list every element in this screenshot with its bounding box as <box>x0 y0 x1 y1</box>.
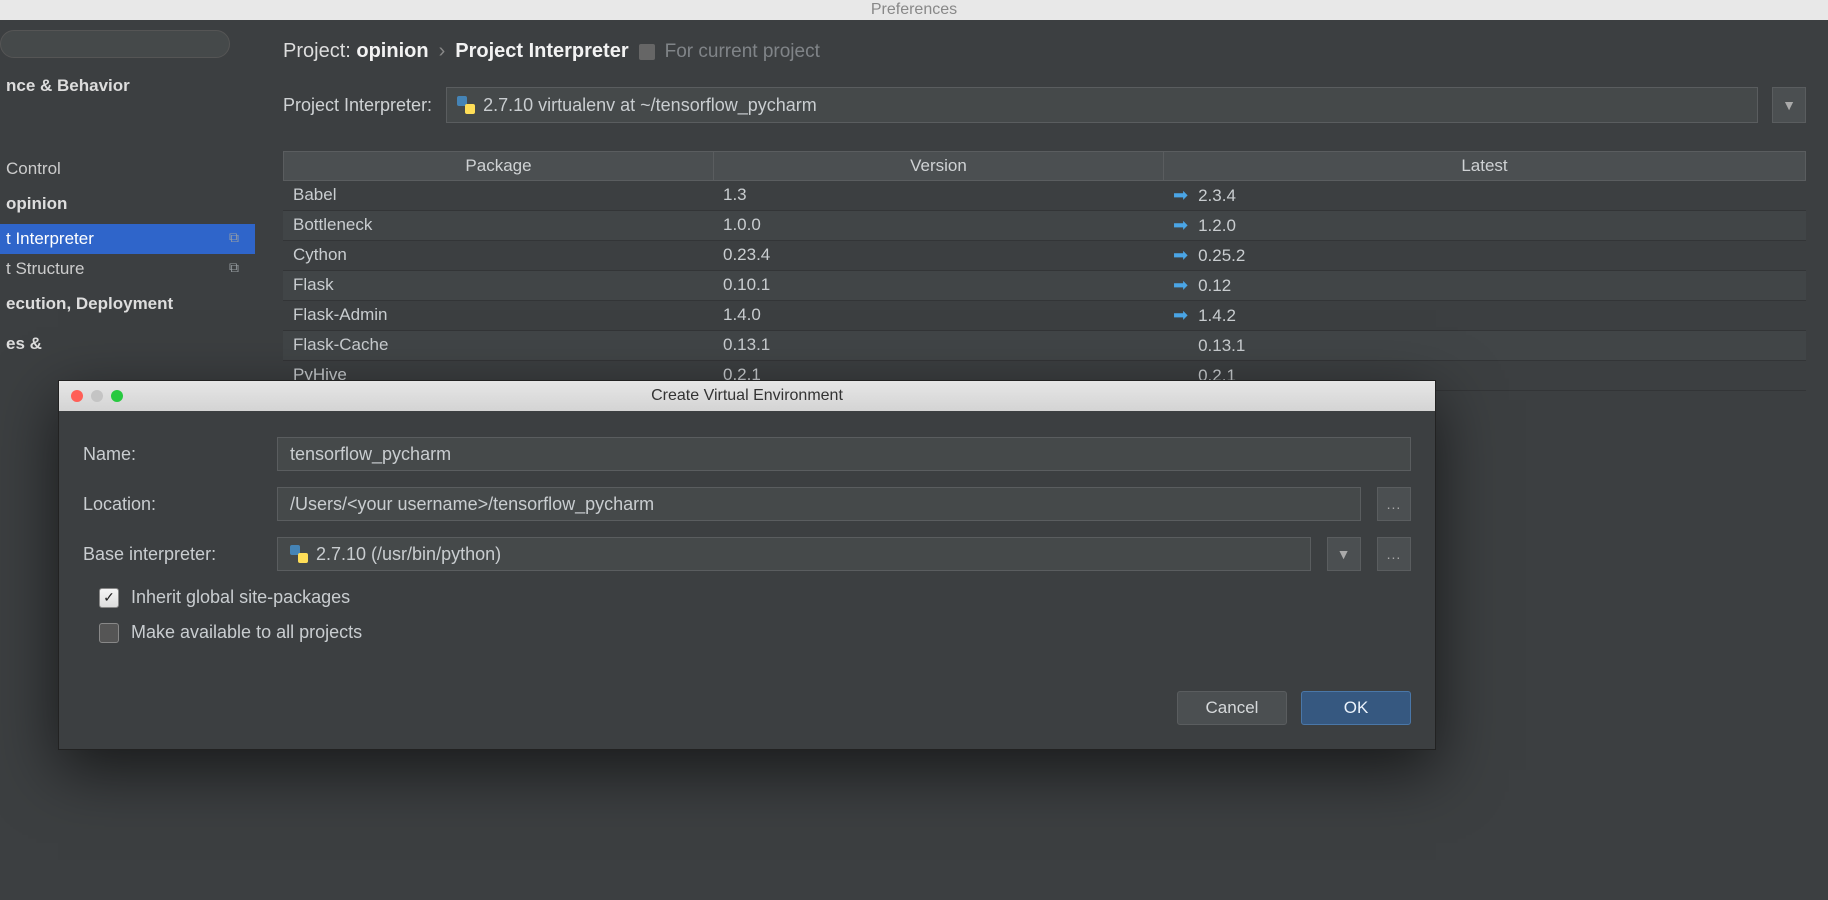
table-row[interactable]: Flask-Cache0.13.1➡0.13.1 <box>283 331 1806 361</box>
interpreter-value: 2.7.10 virtualenv at ~/tensorflow_pychar… <box>483 95 817 116</box>
package-latest: ➡ 2.3.4 <box>1163 181 1806 210</box>
table-row[interactable]: Cython0.23.4 ➡ 0.25.2 <box>283 241 1806 271</box>
name-field[interactable] <box>277 437 1411 471</box>
table-row[interactable]: Flask-Admin1.4.0 ➡ 1.4.2 <box>283 301 1806 331</box>
sidebar-appearance-heading[interactable]: nce & Behavior <box>0 66 255 106</box>
sidebar-build-heading[interactable]: ecution, Deployment <box>0 284 255 324</box>
dialog-titlebar[interactable]: Create Virtual Environment <box>59 381 1435 411</box>
base-interpreter-value: 2.7.10 (/usr/bin/python) <box>316 544 501 565</box>
available-all-label: Make available to all projects <box>131 622 362 643</box>
table-row[interactable]: Babel1.3 ➡ 2.3.4 <box>283 181 1806 211</box>
package-latest: ➡ 0.25.2 <box>1163 241 1806 270</box>
location-browse-button[interactable]: ... <box>1377 487 1411 521</box>
available-all-checkbox[interactable] <box>99 623 119 643</box>
package-version: 1.0.0 <box>713 211 1163 240</box>
base-interpreter-select[interactable]: 2.7.10 (/usr/bin/python) <box>277 537 1311 571</box>
package-table-body: Babel1.3 ➡ 2.3.4 Bottleneck1.0.0 ➡ 1.2.0 Cytho… <box>283 181 1806 391</box>
available-all-checkbox-row[interactable]: Make available to all projects <box>99 622 1411 643</box>
window-title: Preferences <box>0 0 1828 20</box>
latest-version-value: 0.12 <box>1198 276 1231 296</box>
package-name: Flask <box>283 271 713 300</box>
zoom-icon[interactable] <box>111 390 123 402</box>
interpreter-dropdown-button[interactable]: ▼ <box>1772 87 1806 123</box>
col-header-latest[interactable]: Latest <box>1164 152 1805 180</box>
create-venv-dialog: Create Virtual Environment Name: Locatio… <box>58 380 1436 750</box>
update-arrow-icon: ➡ <box>1173 215 1188 236</box>
sidebar-project-interpreter[interactable]: t Interpreter ⧉ <box>0 224 255 254</box>
name-row: Name: <box>83 437 1411 471</box>
package-latest: ➡ 0.12 <box>1163 271 1806 300</box>
inherit-label: Inherit global site-packages <box>131 587 350 608</box>
package-latest: ➡ 1.4.2 <box>1163 301 1806 330</box>
package-name: Flask-Cache <box>283 331 713 360</box>
package-name: Bottleneck <box>283 211 713 240</box>
latest-version-value: 0.25.2 <box>1198 246 1245 266</box>
close-icon[interactable] <box>71 390 83 402</box>
update-arrow-icon: ➡ <box>1173 185 1188 206</box>
sidebar-vcs[interactable]: Control <box>0 154 255 184</box>
update-arrow-icon: ➡ <box>1173 245 1188 266</box>
dialog-title: Create Virtual Environment <box>59 387 1435 405</box>
sidebar-frameworks-heading[interactable]: es & <box>0 324 255 364</box>
update-arrow-icon: ➡ <box>1173 275 1188 296</box>
package-version: 1.4.0 <box>713 301 1163 330</box>
update-arrow-icon: ➡ <box>1173 305 1188 326</box>
cancel-button[interactable]: Cancel <box>1177 691 1287 725</box>
table-row[interactable]: Flask0.10.1 ➡ 0.12 <box>283 271 1806 301</box>
sidebar-item-label: t Interpreter <box>6 229 94 248</box>
interpreter-label: Project Interpreter: <box>283 95 432 116</box>
breadcrumb-page: Project Interpreter <box>455 40 628 63</box>
col-header-version[interactable]: Version <box>714 152 1164 180</box>
latest-version-value: 2.3.4 <box>1198 186 1236 206</box>
name-label: Name: <box>83 444 261 465</box>
sidebar-item-label: t Structure <box>6 259 84 278</box>
col-header-package[interactable]: Package <box>284 152 714 180</box>
package-latest: ➡0.13.1 <box>1163 331 1806 360</box>
base-interpreter-row: Base interpreter: 2.7.10 (/usr/bin/pytho… <box>83 537 1411 571</box>
inherit-checkbox-row[interactable]: ✓ Inherit global site-packages <box>99 587 1411 608</box>
minimize-icon <box>91 390 103 402</box>
package-table: Package Version Latest Babel1.3 ➡ 2.3.4 Bot… <box>283 151 1806 391</box>
latest-version-value: 0.13.1 <box>1198 336 1245 356</box>
dialog-footer: Cancel OK <box>59 673 1435 749</box>
base-interpreter-dropdown-button[interactable]: ▼ <box>1327 537 1361 571</box>
base-interpreter-browse-button[interactable]: ... <box>1377 537 1411 571</box>
latest-version-value: 1.4.2 <box>1198 306 1236 326</box>
package-name: Babel <box>283 181 713 210</box>
dialog-body: Name: Location: ... Base interpreter: 2.… <box>59 411 1435 673</box>
package-name: Flask-Admin <box>283 301 713 330</box>
per-project-icon: ⧉ <box>229 229 239 246</box>
chevron-right-icon: › <box>439 40 446 63</box>
package-latest: ➡ 1.2.0 <box>1163 211 1806 240</box>
base-interpreter-label: Base interpreter: <box>83 544 261 565</box>
interpreter-select[interactable]: 2.7.10 virtualenv at ~/tensorflow_pychar… <box>446 87 1758 123</box>
breadcrumb: Project: opinion › Project Interpreter F… <box>283 40 1806 63</box>
table-row[interactable]: Bottleneck1.0.0 ➡ 1.2.0 <box>283 211 1806 241</box>
breadcrumb-project: Project: opinion <box>283 40 429 63</box>
breadcrumb-note: For current project <box>665 41 820 63</box>
package-version: 1.3 <box>713 181 1163 210</box>
per-project-icon: ⧉ <box>229 259 239 276</box>
sidebar-project-heading[interactable]: opinion <box>0 184 255 224</box>
inherit-checkbox[interactable]: ✓ <box>99 588 119 608</box>
python-icon <box>290 545 308 563</box>
traffic-lights <box>59 390 123 402</box>
package-version: 0.10.1 <box>713 271 1163 300</box>
ok-button[interactable]: OK <box>1301 691 1411 725</box>
location-field[interactable] <box>277 487 1361 521</box>
sidebar-project-structure[interactable]: t Structure ⧉ <box>0 254 255 284</box>
location-row: Location: ... <box>83 487 1411 521</box>
python-icon <box>457 96 475 114</box>
package-version: 0.23.4 <box>713 241 1163 270</box>
package-version: 0.13.1 <box>713 331 1163 360</box>
location-label: Location: <box>83 494 261 515</box>
interpreter-row: Project Interpreter: 2.7.10 virtualenv a… <box>283 87 1806 123</box>
package-table-header: Package Version Latest <box>283 151 1806 181</box>
package-name: Cython <box>283 241 713 270</box>
search-input[interactable] <box>0 30 230 58</box>
search-wrap <box>0 30 255 66</box>
latest-version-value: 1.2.0 <box>1198 216 1236 236</box>
per-project-icon <box>639 44 655 60</box>
